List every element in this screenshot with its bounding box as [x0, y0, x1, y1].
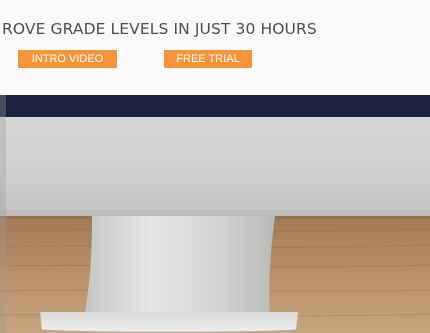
monitor-stand [84, 216, 275, 318]
landing-page: ROVE GRADE LEVELS IN JUST 30 HOURS INTRO… [0, 0, 430, 333]
monitor-stand-base [40, 312, 298, 333]
monitor-chin [0, 117, 430, 216]
free-trial-button[interactable]: FREE TRIAL [164, 50, 252, 68]
hero-header: ROVE GRADE LEVELS IN JUST 30 HOURS INTRO… [0, 0, 430, 95]
hero-photo-monitor-on-desk [0, 95, 430, 333]
monitor-screen [0, 95, 430, 117]
intro-video-button[interactable]: INTRO VIDEO [18, 50, 117, 68]
hero-headline: ROVE GRADE LEVELS IN JUST 30 HOURS [2, 20, 317, 38]
